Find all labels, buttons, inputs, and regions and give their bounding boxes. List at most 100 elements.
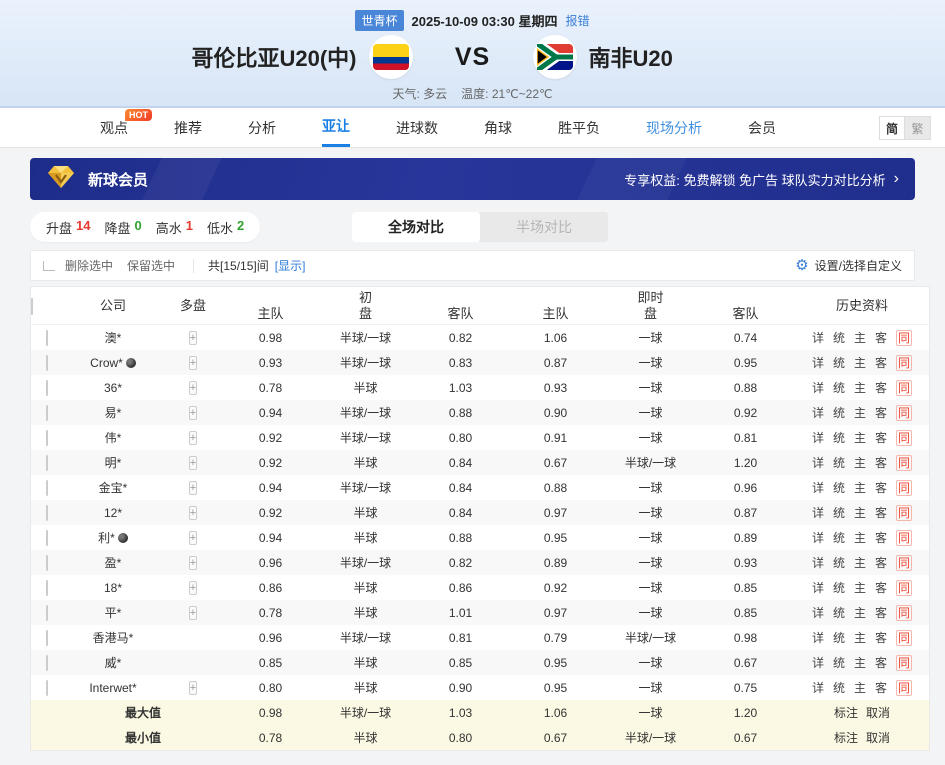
company-name[interactable]: 伟*	[63, 429, 163, 446]
history-link-客[interactable]: 客	[875, 429, 887, 446]
history-link-客[interactable]: 客	[875, 579, 887, 596]
row-checkbox[interactable]	[46, 355, 48, 371]
nav-item-会员[interactable]: 会员	[748, 108, 776, 147]
row-checkbox[interactable]	[46, 430, 48, 446]
history-link-客[interactable]: 客	[875, 379, 887, 396]
history-link-same[interactable]: 同	[896, 455, 912, 471]
history-link-详[interactable]: 详	[812, 454, 824, 471]
history-link-客[interactable]: 客	[875, 504, 887, 521]
history-link-主[interactable]: 主	[854, 654, 866, 671]
settings-button[interactable]: ⚙ 设置/选择自定义	[795, 257, 902, 274]
lang-simplified-button[interactable]: 简	[879, 116, 905, 140]
company-name[interactable]: 明*	[63, 454, 163, 471]
expand-plus-button[interactable]: +	[189, 606, 197, 620]
expand-plus-button[interactable]: +	[189, 331, 197, 345]
row-checkbox[interactable]	[46, 330, 48, 346]
nav-item-现场分析[interactable]: 现场分析	[646, 108, 702, 147]
history-link-客[interactable]: 客	[875, 554, 887, 571]
history-link-客[interactable]: 客	[875, 479, 887, 496]
history-link-主[interactable]: 主	[854, 504, 866, 521]
action-取消[interactable]: 取消	[866, 729, 890, 746]
history-link-详[interactable]: 详	[812, 429, 824, 446]
expand-plus-button[interactable]: +	[189, 381, 197, 395]
history-link-统[interactable]: 统	[833, 454, 845, 471]
report-error-link[interactable]: 报错	[565, 12, 589, 29]
history-link-same[interactable]: 同	[896, 630, 912, 646]
history-link-主[interactable]: 主	[854, 629, 866, 646]
history-link-统[interactable]: 统	[833, 504, 845, 521]
history-link-客[interactable]: 客	[875, 654, 887, 671]
history-link-same[interactable]: 同	[896, 580, 912, 596]
expand-plus-button[interactable]: +	[189, 506, 197, 520]
company-name[interactable]: 澳*	[63, 329, 163, 346]
company-name[interactable]: 平*	[63, 604, 163, 621]
row-checkbox[interactable]	[46, 505, 48, 521]
history-link-详[interactable]: 详	[812, 479, 824, 496]
company-name[interactable]: Interwet*	[63, 681, 163, 695]
history-link-same[interactable]: 同	[896, 330, 912, 346]
chevron-right-icon[interactable]: ›	[894, 170, 899, 188]
history-link-统[interactable]: 统	[833, 329, 845, 346]
history-link-主[interactable]: 主	[854, 679, 866, 696]
history-link-详[interactable]: 详	[812, 579, 824, 596]
company-name[interactable]: 威*	[63, 654, 163, 671]
history-link-主[interactable]: 主	[854, 604, 866, 621]
row-checkbox[interactable]	[46, 455, 48, 471]
history-link-详[interactable]: 详	[812, 654, 824, 671]
history-link-客[interactable]: 客	[875, 679, 887, 696]
history-link-same[interactable]: 同	[896, 555, 912, 571]
history-link-统[interactable]: 统	[833, 379, 845, 396]
history-link-主[interactable]: 主	[854, 479, 866, 496]
history-link-same[interactable]: 同	[896, 655, 912, 671]
row-checkbox[interactable]	[46, 580, 48, 596]
history-link-same[interactable]: 同	[896, 430, 912, 446]
action-标注[interactable]: 标注	[834, 704, 858, 721]
history-link-统[interactable]: 统	[833, 429, 845, 446]
history-link-统[interactable]: 统	[833, 479, 845, 496]
history-link-统[interactable]: 统	[833, 679, 845, 696]
history-link-统[interactable]: 统	[833, 554, 845, 571]
row-checkbox[interactable]	[46, 380, 48, 396]
expand-plus-button[interactable]: +	[189, 356, 197, 370]
select-corner-icon[interactable]	[43, 261, 55, 271]
history-link-详[interactable]: 详	[812, 629, 824, 646]
history-link-详[interactable]: 详	[812, 329, 824, 346]
row-checkbox[interactable]	[46, 530, 48, 546]
expand-plus-button[interactable]: +	[189, 531, 197, 545]
history-link-客[interactable]: 客	[875, 454, 887, 471]
history-link-same[interactable]: 同	[896, 680, 912, 696]
history-link-客[interactable]: 客	[875, 354, 887, 371]
history-link-统[interactable]: 统	[833, 529, 845, 546]
history-link-客[interactable]: 客	[875, 529, 887, 546]
history-link-主[interactable]: 主	[854, 404, 866, 421]
vip-banner[interactable]: 新球会员 专享权益: 免费解锁 免广告 球队实力对比分析 ›	[30, 158, 915, 200]
history-link-主[interactable]: 主	[854, 454, 866, 471]
history-link-详[interactable]: 详	[812, 604, 824, 621]
nav-item-观点[interactable]: 观点HOT	[100, 108, 128, 147]
history-link-统[interactable]: 统	[833, 629, 845, 646]
nav-item-分析[interactable]: 分析	[248, 108, 276, 147]
expand-plus-button[interactable]: +	[189, 581, 197, 595]
company-name[interactable]: Crow*	[63, 356, 163, 370]
expand-plus-button[interactable]: +	[189, 431, 197, 445]
nav-item-角球[interactable]: 角球	[484, 108, 512, 147]
history-link-详[interactable]: 详	[812, 529, 824, 546]
keep-selected-button[interactable]: 保留选中	[127, 257, 175, 274]
history-link-统[interactable]: 统	[833, 579, 845, 596]
history-link-详[interactable]: 详	[812, 354, 824, 371]
row-checkbox[interactable]	[46, 480, 48, 496]
history-link-统[interactable]: 统	[833, 654, 845, 671]
history-link-统[interactable]: 统	[833, 354, 845, 371]
history-link-主[interactable]: 主	[854, 579, 866, 596]
history-link-详[interactable]: 详	[812, 404, 824, 421]
expand-plus-button[interactable]: +	[189, 556, 197, 570]
history-link-same[interactable]: 同	[896, 480, 912, 496]
history-link-统[interactable]: 统	[833, 604, 845, 621]
history-link-主[interactable]: 主	[854, 529, 866, 546]
action-取消[interactable]: 取消	[866, 704, 890, 721]
company-name[interactable]: 利*	[63, 529, 163, 546]
nav-item-胜平负[interactable]: 胜平负	[558, 108, 600, 147]
row-checkbox[interactable]	[46, 555, 48, 571]
expand-plus-button[interactable]: +	[189, 406, 197, 420]
history-link-客[interactable]: 客	[875, 404, 887, 421]
